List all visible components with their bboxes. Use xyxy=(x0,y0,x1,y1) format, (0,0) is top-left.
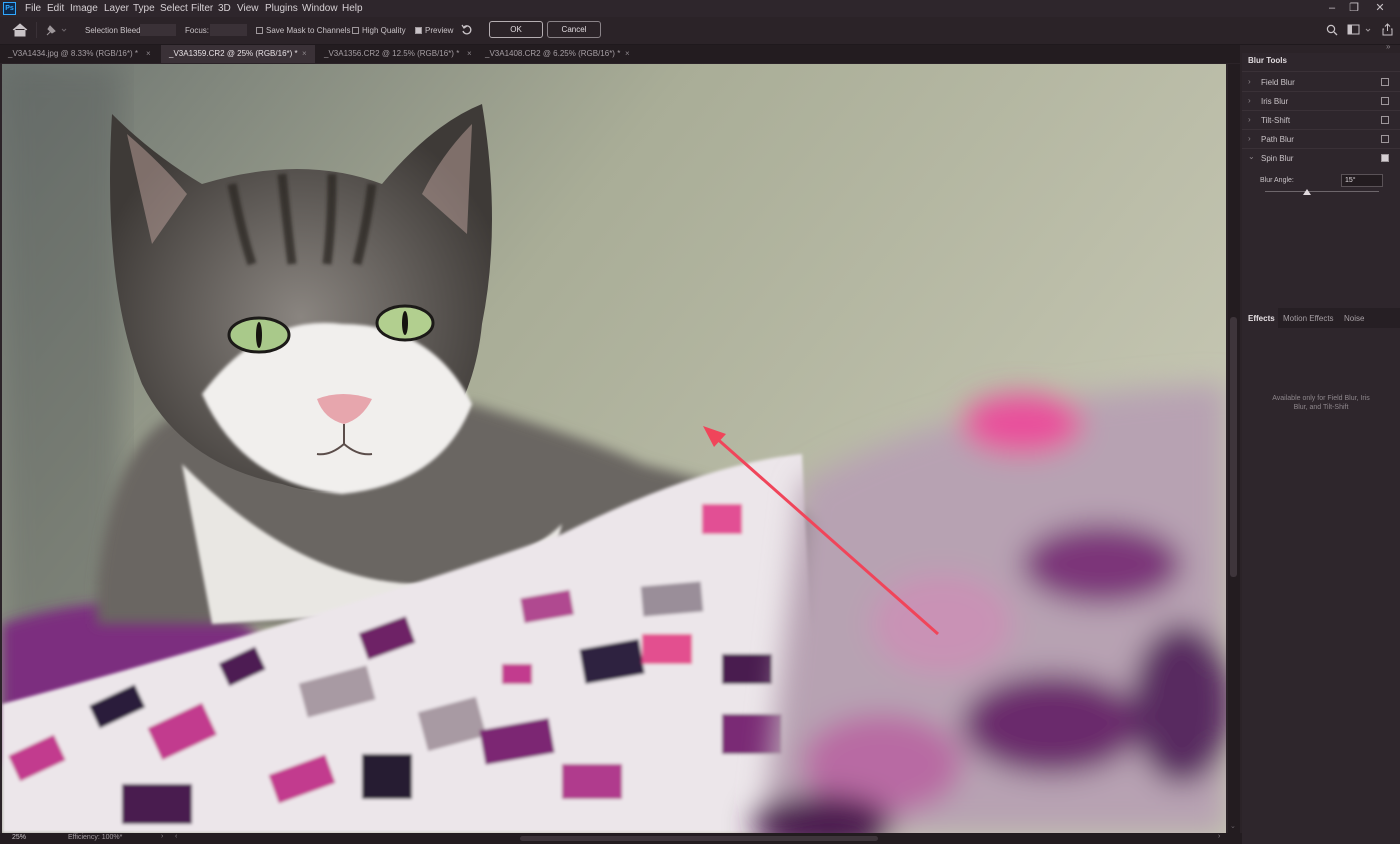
search-icon[interactable] xyxy=(1326,24,1338,36)
menu-image[interactable]: Image xyxy=(70,0,98,17)
tab-label: _V3A1356.CR2 @ 12.5% (RGB/16*) * xyxy=(324,49,460,58)
menu-filter[interactable]: Filter xyxy=(191,0,213,17)
effects-unavailable-message: Available only for Field Blur, Iris Blur… xyxy=(1272,395,1370,411)
blur-item-label: Spin Blur xyxy=(1261,154,1294,163)
preview-label: Preview xyxy=(425,26,454,35)
menu-file[interactable]: File xyxy=(25,0,41,17)
high-quality-label: High Quality xyxy=(362,26,406,35)
blur-tools-title: Blur Tools xyxy=(1248,56,1287,65)
workspace-icon[interactable] xyxy=(1347,24,1375,36)
blur-item-label: Iris Blur xyxy=(1261,97,1289,106)
tab-close-icon[interactable]: × xyxy=(467,45,472,63)
tab-label: _V3A1359.CR2 @ 25% (RGB/16*) * xyxy=(169,49,298,58)
tab-close-icon[interactable]: × xyxy=(146,45,151,63)
blur-item-label: Path Blur xyxy=(1261,135,1294,144)
minimize-button[interactable]: ‒ xyxy=(1320,0,1344,17)
tilt-shift-checkbox[interactable] xyxy=(1381,116,1389,124)
vertical-scroll-thumb[interactable] xyxy=(1230,317,1237,577)
tab-close-icon[interactable]: × xyxy=(302,45,307,63)
blur-item-spin-blur[interactable]: ⌄ Spin Blur xyxy=(1242,149,1400,168)
efficiency-readout: Efficiency: 100%* xyxy=(68,834,123,841)
focus-label: Focus: xyxy=(185,26,210,35)
spin-blur-checkbox[interactable] xyxy=(1381,154,1389,162)
menu-edit[interactable]: Edit xyxy=(47,0,64,17)
panel-divider xyxy=(1242,71,1400,72)
zoom-level[interactable]: 25% xyxy=(12,834,26,841)
blur-angle-slider-track[interactable] xyxy=(1265,191,1379,192)
tab-effects[interactable]: Effects xyxy=(1242,308,1278,328)
scroll-left-icon[interactable]: ‹ xyxy=(175,833,177,840)
vertical-scrollbar[interactable]: ⌄ xyxy=(1228,64,1240,833)
scroll-right-icon[interactable]: › xyxy=(1218,833,1220,840)
pin-tool-icon[interactable] xyxy=(44,23,68,37)
preview-checkbox[interactable] xyxy=(415,27,422,34)
tab-noise[interactable]: Noise xyxy=(1344,314,1364,323)
close-window-button[interactable]: ✕ xyxy=(1368,0,1392,17)
photoshop-logo[interactable]: Ps xyxy=(3,2,16,15)
blur-tools-panel xyxy=(1242,53,1400,844)
chevron-right-icon[interactable]: › xyxy=(1248,96,1251,105)
focus-input[interactable] xyxy=(210,24,247,36)
chevron-right-icon[interactable]: › xyxy=(1248,134,1251,143)
tab-document-2[interactable]: _V3A1359.CR2 @ 25% (RGB/16*) * × xyxy=(161,45,315,63)
blur-angle-input[interactable]: 15° xyxy=(1341,174,1383,187)
tab-close-icon[interactable]: × xyxy=(625,45,630,63)
chevron-down-icon[interactable]: ⌄ xyxy=(1248,152,1255,161)
status-bar: 25% Efficiency: 100%* › ‹ › xyxy=(0,833,1400,844)
selection-bleed-input[interactable] xyxy=(140,24,176,36)
blur-item-iris-blur[interactable]: › Iris Blur xyxy=(1242,92,1400,111)
iris-blur-checkbox[interactable] xyxy=(1381,97,1389,105)
status-menu-arrow-icon[interactable]: › xyxy=(161,833,163,840)
home-icon[interactable] xyxy=(11,22,29,38)
chevron-right-icon[interactable]: › xyxy=(1248,77,1251,86)
blur-item-tilt-shift[interactable]: › Tilt-Shift xyxy=(1242,111,1400,130)
path-blur-checkbox[interactable] xyxy=(1381,135,1389,143)
blur-angle-slider-thumb[interactable] xyxy=(1303,189,1312,195)
selection-bleed-label: Selection Bleed: xyxy=(85,26,143,35)
menu-type[interactable]: Type xyxy=(133,0,155,17)
cancel-button[interactable]: Cancel xyxy=(547,21,601,38)
share-icon[interactable] xyxy=(1382,23,1393,36)
tab-document-1[interactable]: _V3A1434.jpg @ 8.33% (RGB/16*) * × xyxy=(0,45,158,63)
menu-3d[interactable]: 3D xyxy=(218,0,231,17)
blur-item-label: Field Blur xyxy=(1261,78,1295,87)
chevron-right-icon[interactable]: › xyxy=(1248,115,1251,124)
tab-label: _V3A1434.jpg @ 8.33% (RGB/16*) * xyxy=(8,49,138,58)
menu-layer[interactable]: Layer xyxy=(104,0,129,17)
menu-plugins[interactable]: Plugins xyxy=(265,0,298,17)
menu-select[interactable]: Select xyxy=(160,0,188,17)
reset-icon[interactable] xyxy=(461,24,475,36)
horizontal-scroll-thumb[interactable] xyxy=(520,836,878,841)
restore-button[interactable]: ❐ xyxy=(1342,0,1366,17)
menu-help[interactable]: Help xyxy=(342,0,363,17)
high-quality-checkbox[interactable] xyxy=(352,27,359,34)
tab-label: _V3A1408.CR2 @ 6.25% (RGB/16*) * xyxy=(485,49,621,58)
document-canvas[interactable] xyxy=(2,64,1226,833)
blur-item-path-blur[interactable]: › Path Blur xyxy=(1242,130,1400,149)
tab-document-4[interactable]: _V3A1408.CR2 @ 6.25% (RGB/16*) * × xyxy=(478,45,636,63)
ok-button[interactable]: OK xyxy=(489,21,543,38)
save-mask-checkbox[interactable] xyxy=(256,27,263,34)
cat-photo-image xyxy=(2,64,1226,833)
blur-tools-empty-area xyxy=(1242,210,1400,308)
toolbar-divider xyxy=(36,22,37,38)
tab-document-3[interactable]: _V3A1356.CR2 @ 12.5% (RGB/16*) * × xyxy=(317,45,475,63)
menu-view[interactable]: View xyxy=(237,0,259,17)
menu-window[interactable]: Window xyxy=(302,0,338,17)
blur-item-label: Tilt-Shift xyxy=(1261,116,1291,125)
save-mask-label: Save Mask to Channels xyxy=(266,26,351,35)
tab-motion-effects[interactable]: Motion Effects xyxy=(1283,314,1334,323)
blur-angle-label: Blur Angle: xyxy=(1260,177,1294,184)
blur-item-field-blur[interactable]: › Field Blur xyxy=(1242,73,1400,92)
tab-effects-label: Effects xyxy=(1248,314,1275,323)
field-blur-checkbox[interactable] xyxy=(1381,78,1389,86)
panel-collapse-icon[interactable]: » xyxy=(1386,42,1390,51)
scroll-down-icon[interactable]: ⌄ xyxy=(1230,822,1236,830)
